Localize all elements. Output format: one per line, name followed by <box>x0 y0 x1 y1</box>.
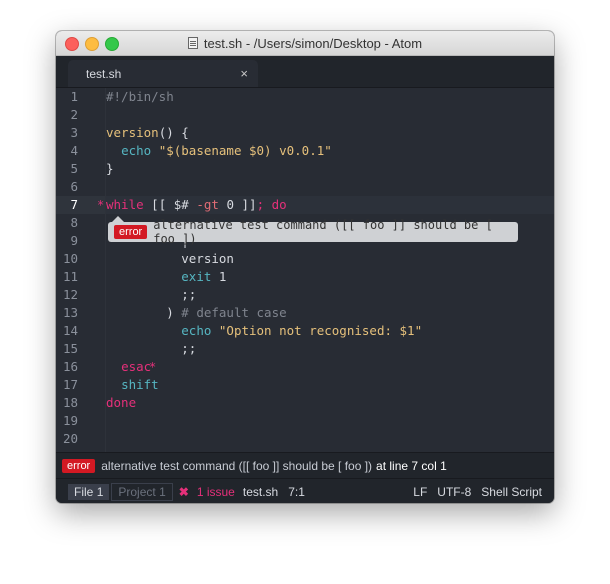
code-line[interactable]: shift <box>106 376 159 394</box>
code-line[interactable]: done <box>106 394 136 412</box>
code-token: exit <box>181 269 212 284</box>
code-token: #!/bin/sh <box>106 89 174 104</box>
line-number[interactable]: 10 <box>56 250 78 268</box>
code-token: while <box>106 197 144 212</box>
line-number[interactable]: 17 <box>56 376 78 394</box>
line-number[interactable]: 14 <box>56 322 78 340</box>
linter-panel: error alternative test command ([[ foo ]… <box>56 452 554 478</box>
code-token: 1 <box>211 269 227 284</box>
code-token: () { <box>158 125 189 140</box>
line-number[interactable]: 20 <box>56 430 78 448</box>
code-token: ;; <box>106 341 197 356</box>
error-marker-icon[interactable]: * <box>97 196 104 214</box>
line-number[interactable]: 5 <box>56 160 78 178</box>
error-x-icon: ✖ <box>178 484 189 499</box>
code-token: $# <box>173 197 189 212</box>
code-token: [[ <box>143 197 174 212</box>
linter-location[interactable]: at line 7 col 1 <box>376 459 447 473</box>
code-token: echo <box>181 323 212 338</box>
title-bar: test.sh - /Users/simon/Desktop - Atom <box>56 31 554 56</box>
line-number[interactable]: 18 <box>56 394 78 412</box>
linter-project-tab[interactable]: Project 1 <box>111 482 173 501</box>
linter-file-tab[interactable]: File 1 <box>68 483 110 500</box>
line-number[interactable]: 4 <box>56 142 78 160</box>
code-token: esac <box>121 359 152 374</box>
code-line[interactable]: ;; <box>106 286 196 304</box>
code-token: # default case <box>181 305 287 320</box>
tab-bar: test.sh × <box>56 56 554 88</box>
linter-message[interactable]: alternative test command ([[ foo ]] shou… <box>101 459 372 473</box>
error-marker-icon[interactable]: * <box>149 358 156 376</box>
document-icon <box>187 37 198 49</box>
status-filename[interactable]: test.sh <box>243 485 278 499</box>
error-badge: error <box>114 225 148 239</box>
code-line[interactable]: esac <box>106 358 151 376</box>
cursor-position[interactable]: 7:1 <box>288 485 305 499</box>
window-title: test.sh - /Users/simon/Desktop - Atom <box>203 35 423 51</box>
encoding-selector[interactable]: UTF-8 <box>437 485 471 499</box>
code-line[interactable]: } <box>106 160 114 178</box>
text-editor[interactable]: 1 2 3 4 5 6 7 8 9 10 11 12 13 14 15 16 17 18 19 20 #!/bin/s… <box>56 88 554 452</box>
lint-tooltip: error alternative test command ([[ foo ]… <box>108 216 518 246</box>
project-label: Project <box>118 484 156 499</box>
issue-count[interactable]: 1 issue <box>197 485 235 499</box>
code-line[interactable]: ;; <box>106 340 196 358</box>
code-line[interactable]: ) # default case <box>106 304 287 322</box>
tooltip-message: alternative test command ([[ foo ]] shou… <box>153 218 493 246</box>
file-label: File <box>74 484 94 499</box>
error-badge: error <box>62 458 96 473</box>
line-number[interactable]: 15 <box>56 340 78 358</box>
line-number[interactable]: 12 <box>56 286 78 304</box>
code-token: ) <box>106 305 182 320</box>
code-line[interactable]: exit 1 <box>106 268 226 286</box>
atom-window: test.sh - /Users/simon/Desktop - Atom te… <box>56 31 554 503</box>
line-number[interactable]: 2 <box>56 106 78 124</box>
code-token: -gt <box>188 197 227 212</box>
line-number[interactable]: 13 <box>56 304 78 322</box>
grammar-selector[interactable]: Shell Script <box>481 485 542 499</box>
code-token: ; do <box>256 197 287 212</box>
tab-label: test.sh <box>86 67 122 81</box>
status-bar: File 1 Project 1 ✖ 1 issue test.sh 7:1 L… <box>56 478 554 503</box>
code-token: version <box>106 125 159 140</box>
line-number[interactable]: 3 <box>56 124 78 142</box>
close-tab-icon[interactable]: × <box>240 66 248 81</box>
code-token: echo <box>121 143 152 158</box>
line-ending-selector[interactable]: LF <box>413 485 427 499</box>
line-number[interactable]: 11 <box>56 268 78 286</box>
code-line[interactable]: version <box>106 250 234 268</box>
code-token: } <box>106 161 114 176</box>
code-token: 0 <box>226 197 234 212</box>
code-token: done <box>106 395 137 410</box>
code-token: version <box>106 251 234 266</box>
code-token: shift <box>121 377 159 392</box>
code-token: ;; <box>106 287 197 302</box>
project-count: 1 <box>159 484 166 499</box>
line-number[interactable]: 7 <box>56 196 78 214</box>
code-token: "$(basename $0) v0.0.1" <box>151 143 332 158</box>
code-token: ]] <box>233 197 257 212</box>
code-line[interactable]: #!/bin/sh <box>106 88 174 106</box>
code-line[interactable]: echo "$(basename $0) v0.0.1" <box>106 142 332 160</box>
code-line[interactable]: while [[ $# -gt 0 ]]; do <box>106 196 287 214</box>
line-number[interactable]: 8 <box>56 214 78 232</box>
line-number[interactable]: 9 <box>56 232 78 250</box>
tab-test-sh[interactable]: test.sh × <box>68 60 258 87</box>
file-count: 1 <box>96 484 104 499</box>
line-number[interactable]: 16 <box>56 358 78 376</box>
line-number[interactable]: 6 <box>56 178 78 196</box>
code-line[interactable]: echo "Option not recognised: $1" <box>106 322 422 340</box>
line-number[interactable]: 19 <box>56 412 78 430</box>
code-line[interactable]: version() { <box>106 124 189 142</box>
code-token: "Option not recognised: $1" <box>211 323 423 338</box>
line-number[interactable]: 1 <box>56 88 78 106</box>
